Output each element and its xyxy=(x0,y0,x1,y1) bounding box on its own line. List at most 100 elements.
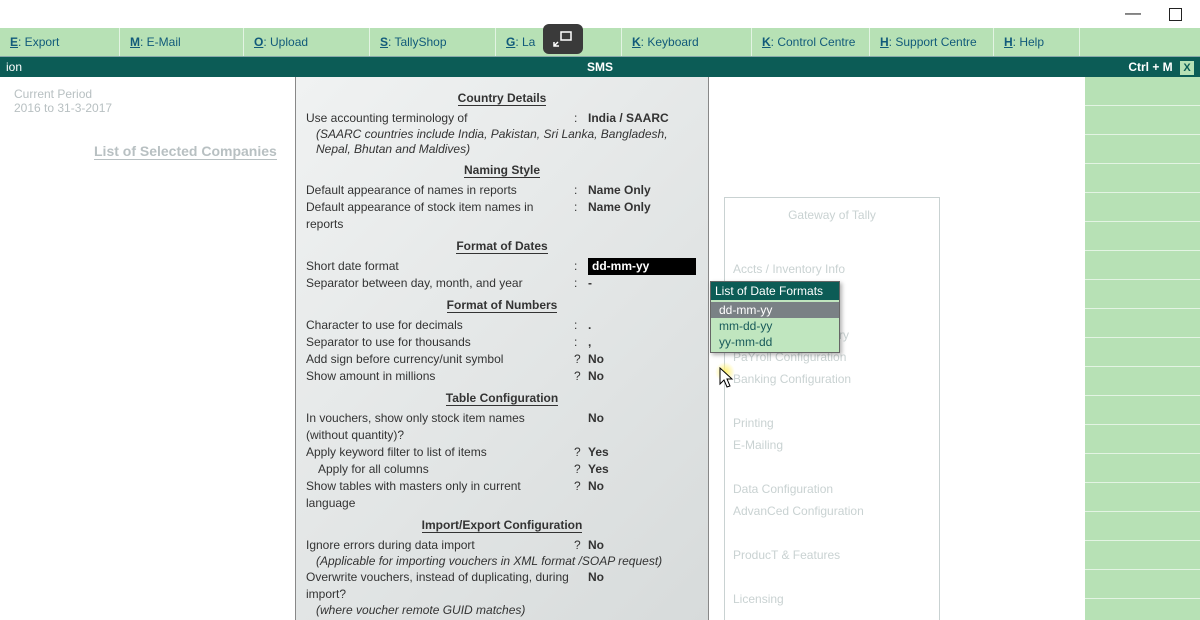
section-naming-style: Naming Style xyxy=(464,163,540,178)
voucher-stock-only-value[interactable]: No xyxy=(588,410,698,444)
rail-slot[interactable] xyxy=(1085,193,1200,222)
gateway-of-tally-panel: Gateway of Tally Accts / Inventory Info … xyxy=(724,197,940,620)
keyword-filter-value[interactable]: Yes xyxy=(588,444,698,461)
rail-slot[interactable] xyxy=(1085,164,1200,193)
gateway-menu-item[interactable]: Banking Configuration xyxy=(733,368,931,390)
rail-slot[interactable] xyxy=(1085,483,1200,512)
date-formats-popup: List of Date Formats dd-mm-yymm-dd-yyyy-… xyxy=(710,281,840,353)
names-in-reports-label: Default appearance of names in reports xyxy=(306,182,574,199)
gateway-title: Gateway of Tally xyxy=(733,204,931,226)
gateway-menu-item xyxy=(733,566,931,588)
section-import-export-configuration: Import/Export Configuration xyxy=(422,518,583,533)
short-date-format-value[interactable]: dd-mm-yy xyxy=(588,258,698,275)
overwrite-vouchers-label: Overwrite vouchers, instead of duplicati… xyxy=(306,569,574,603)
window-maximize-button[interactable] xyxy=(1169,8,1182,21)
section-format-of-dates: Format of Dates xyxy=(456,239,547,254)
rail-slot[interactable] xyxy=(1085,541,1200,570)
status-center-text: SMS xyxy=(0,60,1200,74)
thousand-sep-label: Separator to use for thousands xyxy=(306,334,574,351)
amount-millions-label: Show amount in millions xyxy=(306,368,574,385)
date-format-option[interactable]: yy-mm-dd xyxy=(711,334,839,350)
stock-item-names-label: Default appearance of stock item names i… xyxy=(306,199,574,233)
stock-item-names-value[interactable]: Name Only xyxy=(588,199,698,233)
gateway-menu-item[interactable]: Data Configuration xyxy=(733,478,931,500)
gateway-menu-item[interactable]: ProducT & Features xyxy=(733,544,931,566)
rail-slot[interactable] xyxy=(1085,222,1200,251)
rail-slot[interactable] xyxy=(1085,396,1200,425)
terminology-note: (SAARC countries include India, Pakistan… xyxy=(316,127,698,157)
date-format-option[interactable]: dd-mm-yy xyxy=(711,302,839,318)
toolbar-item-7[interactable]: H: Support Centre xyxy=(870,28,994,56)
rail-slot[interactable] xyxy=(1085,135,1200,164)
rail-slot[interactable] xyxy=(1085,338,1200,367)
terminology-value[interactable]: India / SAARC xyxy=(588,110,698,127)
keyword-all-columns-value[interactable]: Yes xyxy=(588,461,698,478)
status-bar: ion SMS Ctrl + M X xyxy=(0,57,1200,77)
screen-snip-icon[interactable] xyxy=(543,24,583,54)
names-in-reports-value[interactable]: Name Only xyxy=(588,182,698,199)
toolbar-item-2[interactable]: O: Upload xyxy=(244,28,370,56)
gateway-menu-item[interactable]: Licensing xyxy=(733,588,931,610)
toolbar-item-8[interactable]: H: Help xyxy=(994,28,1080,56)
date-separator-value[interactable]: - xyxy=(588,275,698,292)
toolbar-item-3[interactable]: S: TallyShop xyxy=(370,28,496,56)
right-button-rail xyxy=(1085,77,1200,620)
overwrite-vouchers-note: (where voucher remote GUID matches) xyxy=(316,603,698,618)
gateway-menu-item xyxy=(733,522,931,544)
rail-slot[interactable] xyxy=(1085,280,1200,309)
ignore-errors-label: Ignore errors during data import xyxy=(306,537,574,554)
window-minimize-button[interactable]: — xyxy=(1125,6,1141,22)
toolbar-item-5[interactable]: K: Keyboard xyxy=(622,28,752,56)
decimal-char-label: Character to use for decimals xyxy=(306,317,574,334)
ignore-errors-value[interactable]: No xyxy=(588,537,698,554)
rail-slot[interactable] xyxy=(1085,599,1200,620)
gateway-menu-item xyxy=(733,236,931,258)
sign-before-symbol-label: Add sign before currency/unit symbol xyxy=(306,351,574,368)
date-separator-label: Separator between day, month, and year xyxy=(306,275,574,292)
general-config-panel: Country Details Use accounting terminolo… xyxy=(295,77,709,620)
keyword-all-columns-label: Apply for all columns xyxy=(306,461,574,478)
current-period-label: Current Period xyxy=(14,87,281,101)
rail-slot[interactable] xyxy=(1085,251,1200,280)
gateway-menu-item[interactable]: E-Mailing xyxy=(733,434,931,456)
gateway-menu-item[interactable]: Printing xyxy=(733,412,931,434)
decimal-char-value[interactable]: . xyxy=(588,317,698,334)
keyword-filter-label: Apply keyword filter to list of items xyxy=(306,444,574,461)
window-titlebar: — xyxy=(0,0,1200,28)
toolbar-item-1[interactable]: M: E-Mail xyxy=(120,28,244,56)
sign-before-symbol-value[interactable]: No xyxy=(588,351,698,368)
toolbar-item-6[interactable]: K: Control Centre xyxy=(752,28,870,56)
rail-slot[interactable] xyxy=(1085,425,1200,454)
short-date-format-label: Short date format xyxy=(306,258,574,275)
gateway-menu-item xyxy=(733,456,931,478)
overwrite-vouchers-value[interactable]: No xyxy=(588,569,698,603)
gateway-menu-item xyxy=(733,610,931,620)
rail-slot[interactable] xyxy=(1085,309,1200,338)
rail-slot[interactable] xyxy=(1085,106,1200,135)
rail-slot[interactable] xyxy=(1085,454,1200,483)
gateway-menu-item[interactable]: AdvanCed Configuration xyxy=(733,500,931,522)
rail-slot[interactable] xyxy=(1085,512,1200,541)
date-formats-popup-title: List of Date Formats xyxy=(711,282,839,300)
current-period-value: 2016 to 31-3-2017 xyxy=(14,101,281,115)
rail-slot[interactable] xyxy=(1085,77,1200,106)
ignore-errors-note: (Applicable for importing vouchers in XM… xyxy=(316,554,698,569)
current-language-tables-label: Show tables with masters only in current… xyxy=(306,478,574,512)
rail-slot[interactable] xyxy=(1085,570,1200,599)
toolbar-item-0[interactable]: E: Export xyxy=(0,28,120,56)
date-format-option[interactable]: mm-dd-yy xyxy=(711,318,839,334)
gateway-menu-item[interactable]: Accts / Inventory Info xyxy=(733,258,931,280)
top-toolbar: E: ExportM: E-MailO: UploadS: TallyShopG… xyxy=(0,28,1200,57)
list-of-selected-companies-heading: List of Selected Companies xyxy=(94,143,277,160)
mouse-pointer-icon xyxy=(718,366,736,393)
gateway-menu-item xyxy=(733,390,931,412)
thousand-sep-value[interactable]: , xyxy=(588,334,698,351)
amount-millions-value[interactable]: No xyxy=(588,368,698,385)
terminology-label: Use accounting terminology of xyxy=(306,110,574,127)
workspace: Current Period 2016 to 31-3-2017 List of… xyxy=(0,77,1200,620)
current-language-tables-value[interactable]: No xyxy=(588,478,698,512)
voucher-stock-only-label: In vouchers, show only stock item names … xyxy=(306,410,574,444)
left-info-column: Current Period 2016 to 31-3-2017 List of… xyxy=(0,77,295,620)
rail-slot[interactable] xyxy=(1085,367,1200,396)
section-format-of-numbers: Format of Numbers xyxy=(447,298,558,313)
